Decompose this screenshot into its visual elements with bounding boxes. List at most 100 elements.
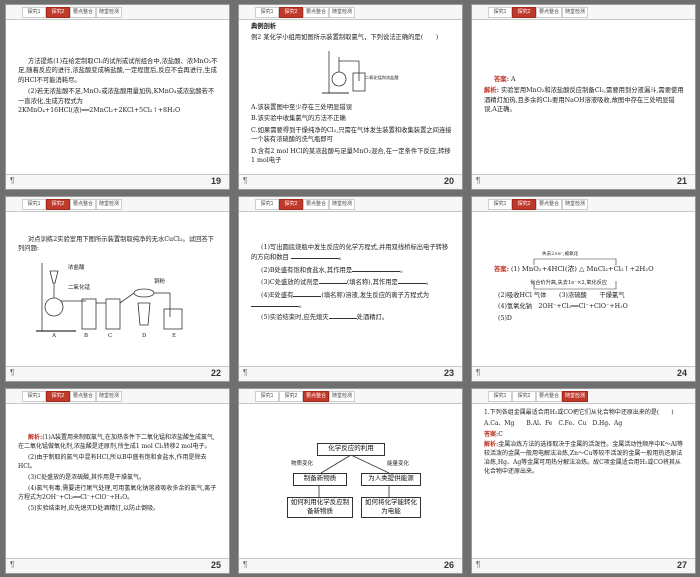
slide-body: (1)写出圆底烧瓶中发生反应的化学方程式,并用双线桥标出电子转移的方向和数目 。… [251,243,452,325]
tab-explore-2[interactable]: 探究2 [512,391,536,402]
answer-label: 答案: [494,76,509,83]
tab-explore-2[interactable]: 探究2 [46,199,70,210]
slide-number: 23 [443,368,454,378]
analysis-line: (3)C处盛放的是浓硫酸,其作用是干燥氯气。 [28,474,145,481]
slide-body: 解析:(1)A装置用来制取氯气,在加热条件下二氧化锰和浓盐酸生成氯气,在二氧化锰… [18,433,219,515]
tab-key-points[interactable]: 要点整合 [536,7,562,18]
slide-20[interactable]: 探究1 探究2 要点整合 随堂检测 典例剖析 例2 某化学小组用如图所示装置制取… [238,4,463,190]
slide-21[interactable]: 探究1 探究2 要点整合 随堂检测 答案: A 解析: 实验室用MnO₂和浓盐酸… [471,4,696,190]
map-node-how-convert: 如何将化学能转化为电能 [361,497,421,518]
slide-19[interactable]: 探究1 探究2 要点整合 随堂检测 方法提炼(1)在给定制取Cl₂的试剂或试剂组… [5,4,230,190]
option-a: A.该装置图中至少存在三处明显错误 [251,104,353,111]
answer-value: C [498,430,503,438]
map-node-energy-source: 为人类提供能源 [361,473,421,486]
slide-body: 对点训练2实验室用下图所示装置制取纯净的无水CuCl₂。试回答下列问题: [18,235,219,256]
tab-key-points[interactable]: 要点整合 [536,199,562,210]
question-item-4: (4)E处盛有 (填名称)溶液,发生反应的离子方程式为。 [251,290,452,311]
tab-key-points[interactable]: 要点整合 [70,199,96,210]
tab-explore-1[interactable]: 探究1 [22,391,46,402]
tab-explore-2[interactable]: 探究2 [512,7,536,18]
map-node-new-substance: 制备新物质 [293,473,347,486]
section-heading: 典例剖析 [251,23,277,30]
slide-tab-bar: 探究1 探究2 要点整合 随堂检测 [6,389,229,404]
slide-tab-bar: 探究1 探究2 要点整合 随堂检测 [6,197,229,212]
tab-class-test[interactable]: 随堂检测 [562,391,588,402]
slide-tab-bar: 探究1 探究2 要点整合 随堂检测 [6,5,229,20]
slide-footer: ¶ 25 [6,558,229,573]
question-options: A.Ca、Mg B.Al、Fe C.Fe、Cu D.Hg、Ag [484,419,623,427]
pilcrow-icon[interactable]: ¶ [243,176,247,185]
pilcrow-icon[interactable]: ¶ [476,368,480,377]
pilcrow-icon[interactable]: ¶ [476,176,480,185]
slide-body: 典例剖析 例2 某化学小组用如图所示装置制取氯气，下列说法正确的是( ) [251,22,452,45]
slide-number: 26 [443,560,454,570]
slide-tab-bar: 探究1 探究2 要点整合 随堂检测 [472,5,695,20]
tab-explore-1[interactable]: 探究1 [488,7,512,18]
tab-class-test[interactable]: 随堂检测 [329,199,355,210]
tab-explore-2[interactable]: 探究2 [512,199,536,210]
pilcrow-icon[interactable]: ¶ [243,368,247,377]
slide-tab-bar: 探究1 探究2 要点整合 随堂检测 [472,389,695,404]
tab-key-points[interactable]: 要点整合 [303,199,329,210]
answer-item: (2)吸收HCl 气体 (3)浓硫酸 干燥氯气 [498,292,625,299]
pilcrow-icon[interactable]: ¶ [10,560,14,569]
map-label-energy: 能量变化 [387,461,410,467]
question-item-3: (3)C处盛放的试剂是 (填名称),其作用是。 [261,279,433,287]
analysis-line: 解析:金属冶炼方法的选择取决于金属的活泼性。金属活动性顺序中K～Al等较活泼的金… [484,441,685,476]
slide-number: 24 [676,368,687,378]
map-node-root: 化学反应的利用 [317,443,385,456]
answer-value: A [510,76,516,83]
option-b: B.该实验中收集氯气的方法不正确 [251,115,346,123]
equation-line: 答案: (1) MnO₂+4HCl(浓) △ MnCl₂+Cl₂↑+2H₂O [494,265,685,274]
tab-explore-2[interactable]: 探究2 [279,199,303,210]
tab-explore-1[interactable]: 探究1 [488,391,512,402]
tab-key-points[interactable]: 要点整合 [303,7,329,18]
tab-class-test[interactable]: 随堂检测 [562,7,588,18]
analysis-line: 解析: 实验室用MnO₂和浓盐酸反应制备Cl₂,需要用到分液漏斗,需要使用酒精灯… [484,86,685,114]
pilcrow-icon[interactable]: ¶ [10,176,14,185]
answer-item: (4)氢氧化钠 2OH⁻+Cl₂══Cl⁻+ClO⁻+H₂O [498,303,628,311]
tab-explore-1[interactable]: 探究1 [22,7,46,18]
tab-class-test[interactable]: 随堂检测 [562,199,588,210]
tab-class-test[interactable]: 随堂检测 [96,391,122,402]
tab-key-points[interactable]: 要点整合 [70,7,96,18]
options-list: A.该装置图中至少存在三处明显错误 B.该实验中收集氯气的方法不正确 C.如果需… [251,103,452,167]
slide-24[interactable]: 探究1 探究2 要点整合 随堂检测 失去2×e⁻,被氧化 答案: (1) MnO… [471,196,696,382]
tab-explore-2[interactable]: 探究2 [46,391,70,402]
tab-explore-1[interactable]: 探究1 [255,199,279,210]
tab-key-points[interactable]: 要点整合 [536,391,562,402]
slide-footer: ¶ 26 [239,558,462,573]
analysis-line: (4)氯气有毒,需要进行尾气处理,可用氢氧化钠溶液吸收多余的氯气,离子方程式为2… [18,485,217,501]
chlorine-apparatus-figure [322,51,366,94]
tab-class-test[interactable]: 随堂检测 [96,199,122,210]
analysis-label: 解析: [484,87,499,95]
equation-text: MnO₂+4HCl(浓) △ MnCl₂+Cl₂↑+2H₂O [521,265,654,273]
answer-line: 答案: A [484,75,685,84]
slide-23[interactable]: 探究1 探究2 要点整合 随堂检测 (1)写出圆底烧瓶中发生反应的化学方程式,并… [238,196,463,382]
question-item-2: (2)B处盛有饱和食盐水,其作用是。 [261,266,407,274]
tab-explore-2[interactable]: 探究2 [46,7,70,18]
text-line: (2)若无浓盐酸不足,MnO₂或浓盐酸用量加热,KMnO₄或浓盐酸若不一直浓化,… [18,88,215,115]
tab-explore-1[interactable]: 探究1 [488,199,512,210]
slide-footer: ¶ 22 [6,366,229,381]
analysis-label: 解析: [484,441,499,449]
question-text: 对点训练2实验室用下图所示装置制取纯净的无水CuCl₂。试回答下列问题: [18,236,214,253]
slide-22[interactable]: 探究1 探究2 要点整合 随堂检测 对点训练2实验室用下图所示装置制取纯净的无水… [5,196,230,382]
tab-explore-2[interactable]: 探究2 [279,7,303,18]
pilcrow-icon[interactable]: ¶ [10,368,14,377]
slide-footer: ¶ 23 [239,366,462,381]
tab-explore-1[interactable]: 探究1 [22,199,46,210]
slide-26[interactable]: 探究1 探究2 要点整合 随堂检测 化学反应的利用 物质变化 能量变化 制备新物… [238,388,463,574]
slide-27[interactable]: 探究1 探究2 要点整合 随堂检测 1.下列各组金属最适合用H₂或CO把它们从化… [471,388,696,574]
analysis-text: 金属冶炼方法的选择取决于金属的活泼性。金属活动性顺序中K～Al等较活泼的金属一般… [484,441,683,475]
slide-25[interactable]: 探究1 探究2 要点整合 随堂检测 解析:(1)A装置用来制取氯气,在加热条件下… [5,388,230,574]
pilcrow-icon[interactable]: ¶ [476,560,480,569]
pilcrow-icon[interactable]: ¶ [243,560,247,569]
slide-tab-bar: 探究1 探究2 要点整合 随堂检测 [472,197,695,212]
answer-label: 答案: [494,266,509,273]
tab-key-points[interactable]: 要点整合 [70,391,96,402]
tab-class-test[interactable]: 随堂检测 [329,7,355,18]
tab-explore-1[interactable]: 探究1 [255,7,279,18]
apparatus-label-c: C [108,333,113,339]
tab-class-test[interactable]: 随堂检测 [96,7,122,18]
